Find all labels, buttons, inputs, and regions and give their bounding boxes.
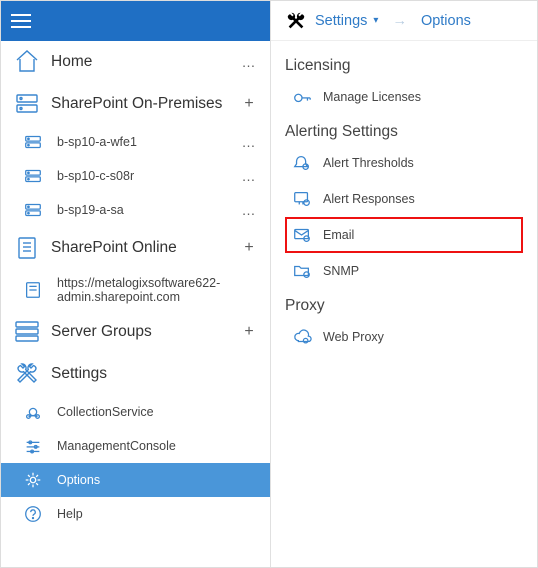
- sidebar-item-home[interactable]: Home …: [1, 41, 270, 83]
- sidebar-item-options[interactable]: Options: [1, 463, 270, 497]
- panel-body: Licensing Manage Licenses Alerting Setting…: [271, 41, 537, 363]
- sidebar-item-sharepoint-on-premises[interactable]: SharePoint On-Premises +: [1, 83, 270, 125]
- monitor-gear-icon: [291, 189, 313, 209]
- more-icon[interactable]: …: [238, 54, 260, 70]
- more-icon[interactable]: …: [238, 202, 260, 218]
- wrench-icon: [285, 10, 307, 32]
- server-icon: [19, 132, 47, 152]
- add-icon[interactable]: +: [238, 323, 260, 341]
- option-email[interactable]: Email: [285, 217, 523, 253]
- nav-label: https://metalogixsoftware622-admin.share…: [57, 276, 260, 304]
- home-icon: [13, 48, 41, 76]
- option-web-proxy[interactable]: Web Proxy: [285, 319, 523, 355]
- sidebar-item-b-sp10-a-wfe1[interactable]: b-sp10-a-wfe1 …: [1, 125, 270, 159]
- gear-icon: [19, 470, 47, 490]
- sidebar-item-server-groups[interactable]: Server Groups +: [1, 311, 270, 353]
- wrench-icon: [13, 360, 41, 388]
- nav-label: b-sp10-c-s08r: [57, 169, 228, 183]
- mail-gear-icon: [291, 225, 313, 245]
- group-title: Proxy: [285, 297, 523, 315]
- nav-label: SharePoint Online: [51, 239, 228, 257]
- sidebar: Home … SharePoint On-Premises + b-sp10-a-wfe…: [1, 1, 271, 567]
- arrow-right-icon: →: [392, 13, 407, 29]
- option-label: Alert Thresholds: [323, 156, 414, 170]
- option-label: SNMP: [323, 264, 359, 278]
- group-title: Licensing: [285, 57, 523, 75]
- site-icon: [19, 280, 47, 300]
- sidebar-item-managementconsole[interactable]: ManagementConsole: [1, 429, 270, 463]
- option-alert-responses[interactable]: Alert Responses: [285, 181, 523, 217]
- sidebar-item-b-sp10-c-s08r[interactable]: b-sp10-c-s08r …: [1, 159, 270, 193]
- folder-gear-icon: [291, 261, 313, 281]
- nav-label: Help: [57, 507, 260, 521]
- add-icon[interactable]: +: [238, 239, 260, 257]
- collection-icon: [19, 402, 47, 422]
- server-groups-icon: [13, 318, 41, 346]
- nav-label: ManagementConsole: [57, 439, 260, 453]
- add-icon[interactable]: +: [238, 95, 260, 113]
- group-title: Alerting Settings: [285, 123, 523, 141]
- sidebar-item-settings[interactable]: Settings: [1, 353, 270, 395]
- option-label: Email: [323, 228, 354, 242]
- bell-gear-icon: [291, 153, 313, 173]
- sidebar-item-b-sp19-a-sa[interactable]: b-sp19-a-sa …: [1, 193, 270, 227]
- option-label: Alert Responses: [323, 192, 415, 206]
- nav-label: Server Groups: [51, 323, 228, 341]
- server-icon: [19, 166, 47, 186]
- breadcrumb-root[interactable]: Settings: [315, 13, 367, 29]
- options-panel: Settings ▾ → Options Licensing Manage Lic…: [271, 1, 537, 567]
- sidebar-item-sharepoint-online[interactable]: SharePoint Online +: [1, 227, 270, 269]
- help-icon: [19, 504, 47, 524]
- chevron-down-icon[interactable]: ▾: [373, 15, 378, 26]
- sidebar-item-collectionservice[interactable]: CollectionService: [1, 395, 270, 429]
- more-icon[interactable]: …: [238, 168, 260, 184]
- sidebar-item-https-metalogixsoftware622-admin-sharepoint-com[interactable]: https://metalogixsoftware622-admin.share…: [1, 269, 270, 311]
- sidebar-item-help[interactable]: Help: [1, 497, 270, 531]
- breadcrumb-leaf[interactable]: Options: [421, 13, 471, 29]
- nav-list: Home … SharePoint On-Premises + b-sp10-a-wfe…: [1, 41, 270, 567]
- nav-label: Home: [51, 53, 228, 71]
- more-icon[interactable]: …: [238, 134, 260, 150]
- option-manage-licenses[interactable]: Manage Licenses: [285, 79, 523, 115]
- hamburger-menu-icon[interactable]: [11, 9, 35, 33]
- nav-label: b-sp19-a-sa: [57, 203, 228, 217]
- nav-label: CollectionService: [57, 405, 260, 419]
- sp-online-icon: [13, 234, 41, 262]
- option-label: Web Proxy: [323, 330, 384, 344]
- nav-label: Options: [57, 473, 260, 487]
- option-label: Manage Licenses: [323, 90, 421, 104]
- sp-onprem-icon: [13, 90, 41, 118]
- sliders-icon: [19, 436, 47, 456]
- nav-label: b-sp10-a-wfe1: [57, 135, 228, 149]
- breadcrumb: Settings ▾ → Options: [271, 1, 537, 41]
- key-icon: [291, 87, 313, 107]
- title-bar: [1, 1, 270, 41]
- nav-label: Settings: [51, 365, 260, 383]
- server-icon: [19, 200, 47, 220]
- cloud-gear-icon: [291, 327, 313, 347]
- option-snmp[interactable]: SNMP: [285, 253, 523, 289]
- nav-label: SharePoint On-Premises: [51, 95, 228, 113]
- option-alert-thresholds[interactable]: Alert Thresholds: [285, 145, 523, 181]
